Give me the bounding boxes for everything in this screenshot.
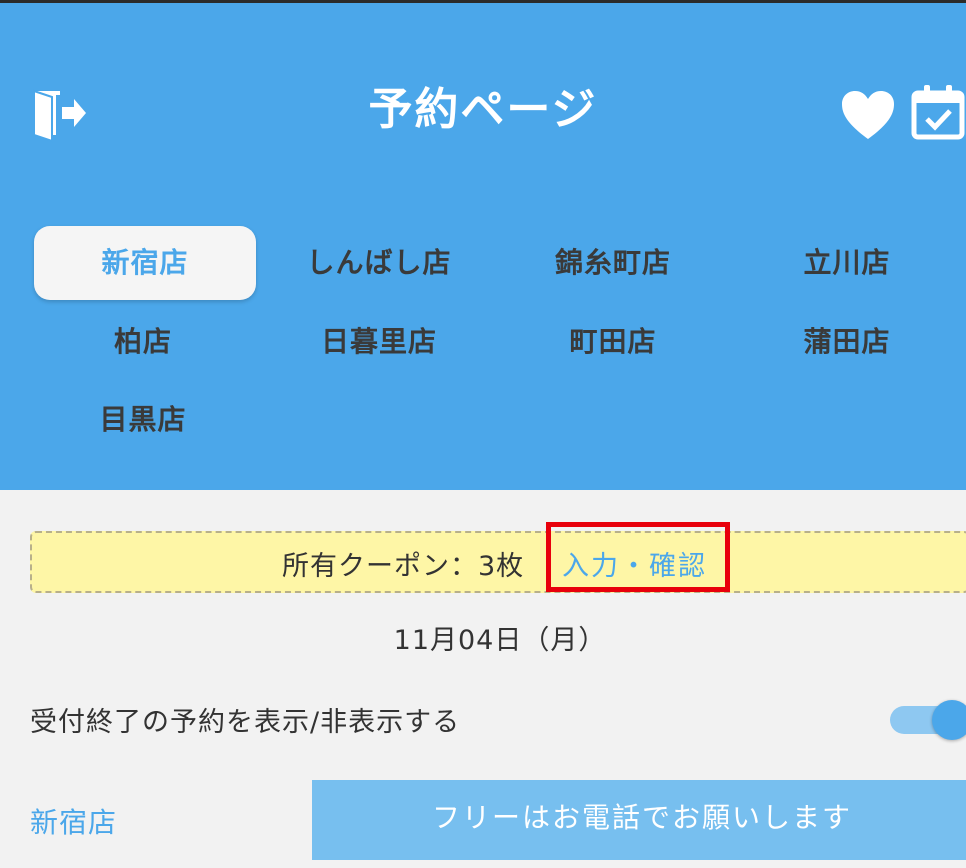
- calendar-button[interactable]: [910, 83, 966, 141]
- coupon-input-confirm-link[interactable]: 入力・確認: [562, 544, 707, 583]
- favorite-button[interactable]: [840, 89, 896, 141]
- store-tab-kashiwa[interactable]: 柏店: [34, 305, 252, 379]
- selected-date: 11月04日（月）: [393, 625, 607, 656]
- store-name-link[interactable]: 新宿店: [30, 801, 117, 841]
- store-tab-nippori[interactable]: 日暮里店: [270, 305, 488, 379]
- toggle-label: 受付終了の予約を表示/非表示する: [30, 707, 461, 738]
- call-button[interactable]: フリーはお電話でお願いします: [312, 780, 966, 860]
- page-title: 予約ページ: [368, 84, 598, 135]
- store-tab-shinjuku[interactable]: 新宿店: [34, 226, 256, 300]
- store-tab-machida[interactable]: 町田店: [504, 305, 722, 379]
- store-tab-kinshicho[interactable]: 錦糸町店: [504, 226, 722, 300]
- show-closed-toggle[interactable]: [890, 700, 966, 740]
- toggle-knob: [932, 700, 966, 740]
- calendar-check-icon: [911, 85, 965, 140]
- store-tab-tachikawa[interactable]: 立川店: [738, 226, 956, 300]
- store-tab-kamata[interactable]: 蒲田店: [738, 305, 956, 379]
- store-tab-meguro[interactable]: 目黒店: [34, 383, 252, 457]
- coupon-count: 所有クーポン：3枚: [282, 551, 525, 582]
- heart-icon: [842, 91, 894, 139]
- store-tab-shinbashi[interactable]: しんばし店: [270, 226, 488, 300]
